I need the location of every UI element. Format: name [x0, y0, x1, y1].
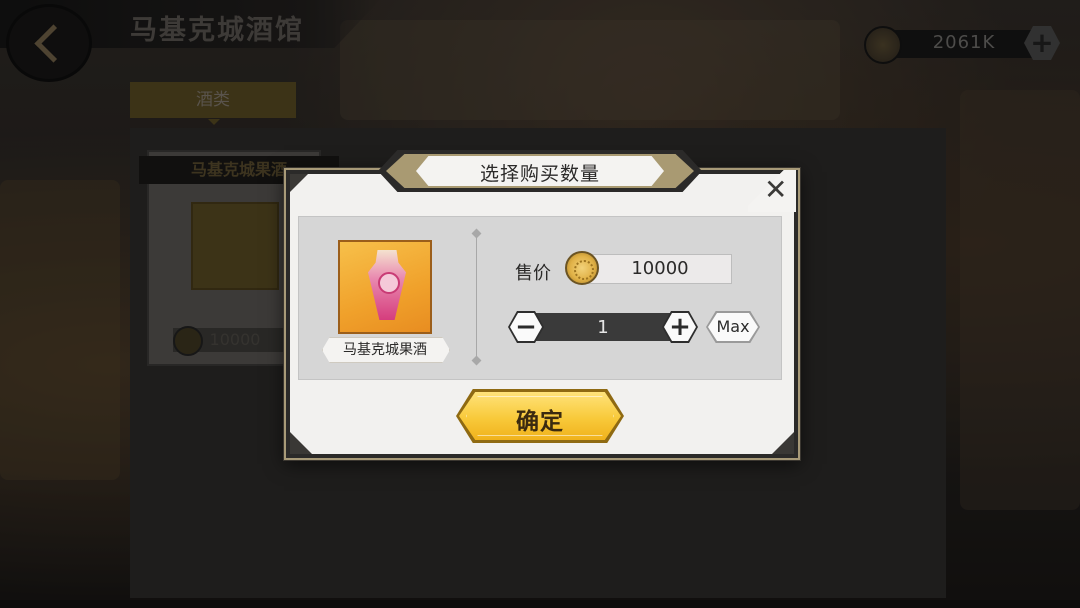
close-icon: ✕ — [764, 173, 788, 206]
confirm-label: 确定 — [516, 409, 564, 435]
corner-ornament — [772, 432, 794, 454]
max-label: Max — [716, 317, 750, 336]
dialog-header: 选择购买数量 — [378, 150, 702, 192]
item-name: 马基克城果酒 — [343, 342, 427, 358]
item-icon — [338, 240, 432, 334]
corner-ornament — [290, 174, 308, 192]
content-divider — [476, 232, 477, 362]
close-button[interactable]: ✕ — [748, 170, 796, 212]
quantity-value[interactable]: 1 — [540, 317, 666, 338]
price-label: 售价 — [515, 263, 551, 284]
max-quantity-button[interactable]: Max — [706, 311, 760, 343]
bottle-emblem-icon — [378, 272, 400, 294]
dialog-title: 选择购买数量 — [479, 163, 600, 185]
coin-icon — [565, 251, 599, 285]
price-value: 10000 — [631, 258, 689, 279]
corner-ornament — [290, 432, 312, 454]
confirm-button[interactable]: 确定 — [456, 389, 624, 443]
